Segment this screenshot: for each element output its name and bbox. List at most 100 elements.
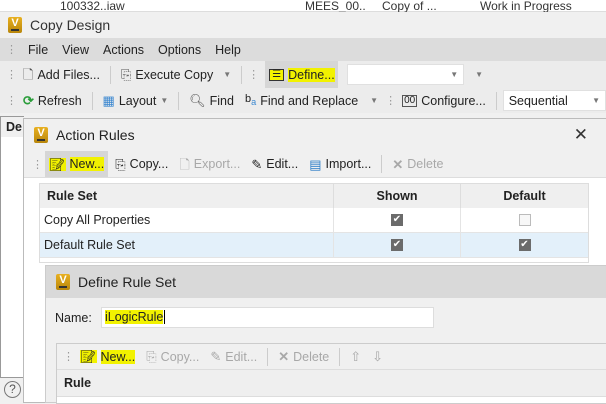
menu-view[interactable]: View bbox=[55, 38, 96, 61]
new-label: New... bbox=[69, 157, 105, 171]
grip-icon: ⋮ bbox=[6, 95, 17, 107]
grip-icon: ⋮ bbox=[32, 158, 43, 171]
edit-icon: ✎ bbox=[251, 156, 263, 172]
shown-cell: ✔ bbox=[334, 208, 461, 232]
chevron-down-icon: ▼ bbox=[370, 96, 379, 105]
grip-icon: ⋮ bbox=[6, 44, 17, 56]
rule-set-name: Copy All Properties bbox=[40, 208, 334, 232]
rule-set-combo[interactable]: ▼ bbox=[347, 64, 465, 85]
action-rules-toolbar: ⋮ 📝︎ New... ⎘ Copy... 🗋 Export... ✎ Edit... … bbox=[24, 151, 606, 178]
rule-set-table: Rule Set Shown Default Copy All Properti… bbox=[39, 183, 589, 263]
name-input[interactable]: iLogicRule bbox=[101, 307, 434, 328]
edit-button[interactable]: ✎ Edit... bbox=[247, 151, 302, 177]
find-button[interactable]: 🔍︎ Find bbox=[185, 88, 238, 113]
close-icon[interactable]: ✕ bbox=[574, 125, 588, 145]
toolbar-main: ⋮ 🗋 Add Files... ⎘ Execute Copy ▼ ⋮ ☰ Define… bbox=[0, 61, 606, 88]
dialog-title: Action Rules bbox=[56, 127, 135, 143]
replace-icon: ba bbox=[244, 92, 257, 107]
dialog-title: Define Rule Set bbox=[78, 274, 177, 290]
grip-icon: ⋮ bbox=[385, 95, 396, 107]
copy-button[interactable]: ⎘ Copy... bbox=[111, 151, 172, 177]
import-table-icon: ▤ bbox=[309, 156, 322, 172]
magnifier-icon: 🔍︎ bbox=[189, 93, 206, 108]
menu-options[interactable]: Options bbox=[151, 38, 208, 61]
refresh-icon: ⟳ bbox=[23, 93, 34, 108]
arrow-up-icon: ⇧ bbox=[350, 349, 362, 364]
default-cell bbox=[461, 208, 588, 232]
column-header-rule[interactable]: Rule bbox=[64, 376, 91, 390]
delete-label: Delete bbox=[293, 349, 330, 364]
new-document-icon: 📝︎ bbox=[80, 349, 97, 364]
divider bbox=[109, 65, 111, 84]
export-button[interactable]: 🗋 Export... bbox=[175, 151, 244, 177]
execute-copy-button[interactable]: ⎘ Execute Copy ▼ bbox=[117, 61, 235, 88]
delete-x-icon: ✕ bbox=[278, 349, 290, 364]
checkbox-checked[interactable]: ✔ bbox=[391, 239, 403, 251]
define-button[interactable]: ☰ Define... bbox=[265, 61, 339, 88]
refresh-button[interactable]: ⟳ Refresh bbox=[19, 88, 86, 113]
chevron-down-icon: ▼ bbox=[592, 96, 600, 105]
edit-icon: ✎ bbox=[210, 349, 222, 364]
add-file-icon: 🗋 bbox=[23, 67, 34, 82]
delete-rule-button[interactable]: ✕ Delete bbox=[274, 344, 333, 369]
cell: 100332..iaw bbox=[60, 0, 125, 13]
refresh-label: Refresh bbox=[37, 93, 82, 108]
copy-icon: ⎘ bbox=[115, 156, 126, 172]
numbering-value: Sequential bbox=[508, 93, 568, 108]
name-value: iLogicRule bbox=[105, 310, 164, 324]
numbering-scheme-combo[interactable]: Sequential ▼ bbox=[502, 90, 606, 111]
column-header-rule-set[interactable]: Rule Set bbox=[40, 184, 334, 208]
define-rule-set-dialog: V Define Rule Set Name: iLogicRule ⋮ 📝︎ N… bbox=[45, 265, 606, 404]
edit-rule-button[interactable]: ✎ Edit... bbox=[206, 344, 261, 369]
name-label: Name: bbox=[55, 311, 92, 325]
new-rule-button[interactable]: 📝︎ New... bbox=[76, 344, 139, 369]
export-icon: 🗋 bbox=[179, 156, 190, 172]
table-row[interactable]: Copy All Properties ✔ bbox=[40, 208, 588, 233]
column-header-default[interactable]: Default bbox=[461, 184, 588, 208]
menu-actions[interactable]: Actions bbox=[96, 38, 151, 61]
toolbar-secondary: ⋮ ⟳ Refresh ▦ Layout ▼ 🔍︎ Find ba Find and Re… bbox=[0, 88, 606, 113]
checkbox-unchecked[interactable] bbox=[518, 214, 531, 226]
divider bbox=[495, 91, 497, 110]
execute-copy-label: Execute Copy bbox=[135, 67, 214, 82]
grip-icon: ⋮ bbox=[63, 351, 74, 363]
configure-button[interactable]: 00 Configure... bbox=[398, 88, 490, 113]
delete-button[interactable]: ✕ Delete bbox=[388, 151, 447, 177]
copy-label: Copy... bbox=[160, 349, 200, 364]
list-icon: ☰ bbox=[269, 68, 285, 81]
layout-button[interactable]: ▦ Layout ▼ bbox=[99, 88, 173, 113]
divider bbox=[91, 91, 93, 110]
checkbox-checked[interactable]: ✔ bbox=[391, 214, 403, 226]
edit-label: Edit... bbox=[225, 349, 258, 364]
define-label: Define... bbox=[288, 67, 335, 82]
checkbox-checked[interactable]: ✔ bbox=[518, 239, 531, 251]
menu-help[interactable]: Help bbox=[208, 38, 248, 61]
chevron-down-icon: ▼ bbox=[450, 70, 459, 79]
find-label: Find bbox=[209, 93, 234, 108]
copy-rule-button[interactable]: ⎘ Copy... bbox=[142, 344, 203, 369]
help-icon[interactable]: ? bbox=[4, 381, 21, 398]
divider bbox=[381, 155, 383, 173]
copy-icon: ⎘ bbox=[146, 349, 157, 364]
add-files-button[interactable]: 🗋 Add Files... bbox=[19, 61, 104, 88]
toolbar-overflow-icon[interactable]: ▼ bbox=[475, 70, 483, 79]
table-row[interactable]: Default Rule Set ✔ ✔ bbox=[40, 233, 588, 258]
rules-toolbar: ⋮ 📝︎ New... ⎘ Copy... ✎ Edit... ✕ Delete ⇧ ⇩ bbox=[57, 344, 606, 370]
move-down-button[interactable]: ⇩ bbox=[368, 344, 387, 369]
copy-icon: ⎘ bbox=[120, 67, 132, 82]
text-cursor bbox=[164, 310, 166, 324]
import-button[interactable]: ▤ Import... bbox=[305, 151, 375, 177]
table-header: Rule Set Shown Default bbox=[40, 184, 588, 208]
cell: MEES_00.. bbox=[305, 0, 366, 13]
new-rule-set-button[interactable]: 📝︎ New... bbox=[45, 151, 109, 177]
chevron-down-icon[interactable]: ▼ bbox=[223, 70, 231, 79]
column-header-shown[interactable]: Shown bbox=[334, 184, 461, 208]
move-up-button[interactable]: ⇧ bbox=[346, 344, 365, 369]
window-title-bar: V Copy Design bbox=[0, 12, 606, 38]
grip-icon: ⋮ bbox=[6, 69, 17, 81]
find-replace-button[interactable]: ba Find and Replace ▼ bbox=[241, 88, 382, 113]
menu-file[interactable]: File bbox=[16, 38, 55, 61]
background-grid-row: 100332..iaw MEES_00.. Copy of ... Work i… bbox=[0, 0, 606, 12]
left-panel-header: De bbox=[1, 117, 24, 137]
rules-panel: ⋮ 📝︎ New... ⎘ Copy... ✎ Edit... ✕ Delete ⇧ ⇩… bbox=[56, 343, 606, 404]
